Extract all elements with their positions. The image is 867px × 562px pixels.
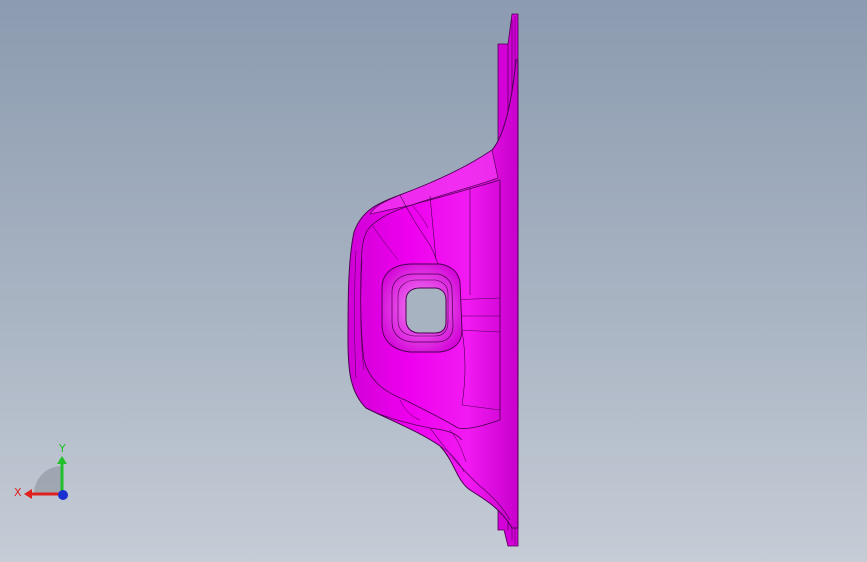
y-axis-label: Y: [58, 442, 66, 455]
x-axis-label: X: [14, 486, 22, 499]
3d-viewport[interactable]: Y X: [0, 0, 867, 562]
triad-plane-icon: [34, 466, 62, 494]
coordinate-triad: Y X: [14, 442, 68, 500]
sheet-metal-part[interactable]: [0, 0, 867, 562]
z-axis-dot: [58, 490, 68, 500]
square-hole: [405, 287, 447, 334]
